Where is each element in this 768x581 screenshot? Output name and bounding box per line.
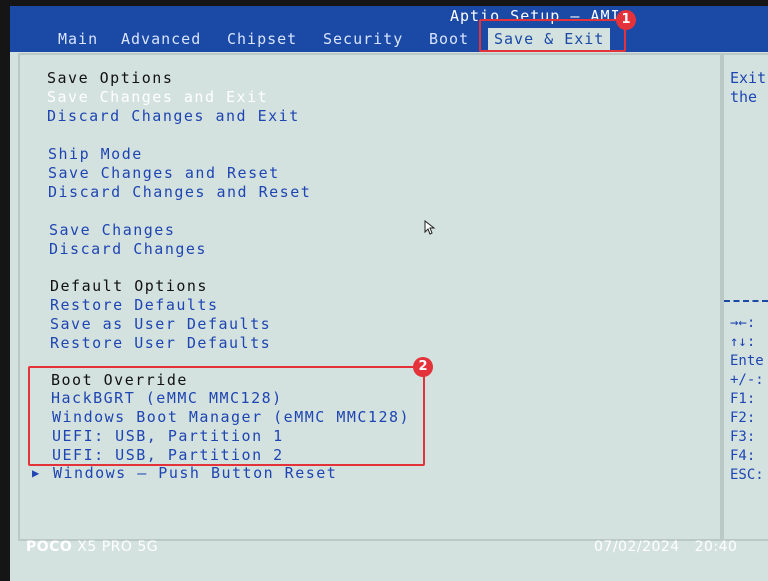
tab-boot[interactable]: Boot	[429, 30, 469, 48]
key-select-item: ↑↓:	[730, 334, 756, 350]
menu-item-restore-defaults[interactable]: Restore Defaults	[50, 296, 219, 314]
help-divider	[724, 300, 768, 302]
menu-item-discard-changes-and-reset[interactable]: Discard Changes and Reset	[48, 183, 311, 201]
default-options-heading: Default Options	[50, 277, 208, 295]
camera-watermark-datetime: 07/02/2024 20:40	[594, 539, 737, 555]
menu-item-save-changes[interactable]: Save Changes	[49, 221, 175, 239]
submenu-arrow-icon: ▶	[32, 466, 40, 480]
help-text-line2: the	[730, 88, 758, 106]
annotation-badge-1: 1	[616, 10, 636, 30]
help-panel: Exit the →←: ↑↓: Ente +/-: F1: F2: F3: F…	[722, 53, 768, 541]
watermark-date: 07/02/2024	[594, 539, 680, 555]
menu-item-windows-push-button-reset[interactable]: Windows – Push Button Reset	[53, 464, 337, 482]
watermark-brand: POCO	[26, 539, 73, 555]
key-change-opt: +/-:	[730, 372, 764, 388]
tab-chipset[interactable]: Chipset	[227, 30, 297, 48]
key-f2: F2:	[730, 410, 756, 426]
bios-top-bar: Aptio Setup – AMI Main Advanced Chipset …	[10, 6, 768, 52]
menu-item-discard-changes-and-exit[interactable]: Discard Changes and Exit	[47, 107, 300, 125]
tab-security[interactable]: Security	[323, 30, 403, 48]
menu-item-save-changes-and-reset[interactable]: Save Changes and Reset	[48, 164, 280, 182]
tab-advanced[interactable]: Advanced	[121, 30, 201, 48]
key-f4: F4:	[730, 448, 756, 464]
bios-screen: Aptio Setup – AMI Main Advanced Chipset …	[10, 6, 768, 581]
key-select-screen: →←:	[730, 315, 756, 331]
menu-item-save-changes-and-exit[interactable]: Save Changes and Exit	[47, 88, 268, 106]
annotation-box-boot-override	[28, 366, 425, 466]
key-esc: ESC:	[730, 467, 764, 483]
watermark-model: X5 PRO 5G	[72, 539, 159, 555]
watermark-time: 20:40	[694, 539, 738, 555]
key-f3: F3:	[730, 429, 756, 445]
mouse-cursor-icon	[424, 220, 436, 235]
annotation-badge-2: 2	[413, 357, 433, 377]
save-options-heading: Save Options	[47, 69, 174, 87]
menu-item-restore-user-defaults[interactable]: Restore User Defaults	[50, 334, 271, 352]
menu-item-discard-changes[interactable]: Discard Changes	[49, 240, 207, 258]
menu-item-ship-mode[interactable]: Ship Mode	[48, 145, 143, 163]
annotation-box-save-exit	[479, 19, 626, 52]
tab-main[interactable]: Main	[58, 30, 98, 48]
help-text-line1: Exit	[730, 69, 767, 87]
key-enter: Ente	[730, 353, 764, 369]
key-f1: F1:	[730, 391, 756, 407]
menu-item-save-as-user-defaults[interactable]: Save as User Defaults	[50, 315, 271, 333]
camera-watermark-model: POCO X5 PRO 5G	[26, 539, 158, 555]
